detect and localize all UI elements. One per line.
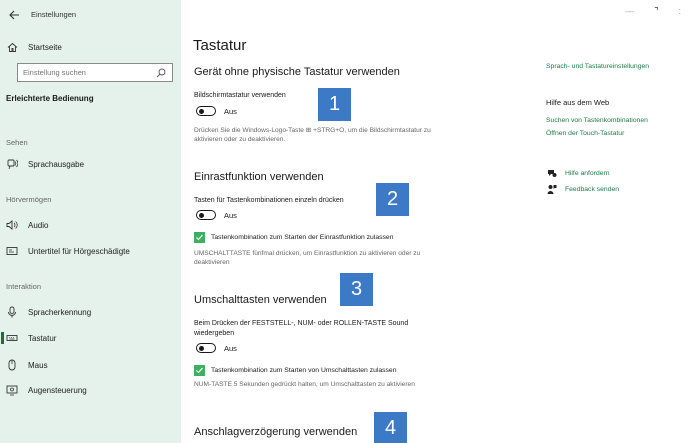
setting-label-sticky-keys: Tasten für Tastenkombinationen einzeln d… bbox=[194, 197, 344, 204]
number-badge-4: 4 bbox=[374, 412, 407, 443]
toggle-knob bbox=[199, 345, 204, 351]
sidebar-item-label: Augensteuerung bbox=[28, 385, 87, 395]
search-icon[interactable] bbox=[156, 68, 166, 78]
checkbox-sticky-keys-shortcut-row: Tastenkombination zum Starten der Einras… bbox=[194, 232, 393, 243]
checkbox-toggle-keys-shortcut-row: Tastenkombination zum Starten von Umscha… bbox=[194, 365, 397, 376]
help-chat-icon bbox=[548, 170, 557, 177]
sidebar-item-label: Untertitel für Hörgeschädigte bbox=[28, 246, 130, 256]
description-toggle-keys: NUM-TASTE 5 Sekunden gedrückt halten, um… bbox=[194, 381, 415, 388]
toggle-state: Aus bbox=[224, 106, 237, 116]
toggle-state: Aus bbox=[224, 343, 237, 353]
toggle-onscreen-keyboard[interactable] bbox=[196, 106, 216, 116]
mouse-icon bbox=[6, 359, 18, 371]
sidebar-group-interaktion: Interaktion bbox=[6, 282, 42, 291]
link-open-touch-keyboard[interactable]: Öffnen der Touch-Tastatur bbox=[546, 130, 624, 137]
sidebar-item-label: Maus bbox=[28, 360, 48, 370]
sidebar-group-hoeren: Hörvermögen bbox=[6, 195, 52, 204]
feedback-row[interactable]: Feedback senden bbox=[547, 184, 619, 194]
sidebar-section-title: Erleichterte Bedienung bbox=[6, 94, 94, 103]
closed-captions-icon bbox=[6, 245, 18, 257]
help-heading: Hilfe aus dem Web bbox=[546, 98, 610, 107]
feedback-person-icon bbox=[547, 185, 557, 194]
sidebar-item-spracherkennung[interactable]: Spracherkennung bbox=[0, 301, 181, 323]
number-badge-2: 2 bbox=[376, 183, 409, 216]
sidebar-item-sprachausgabe[interactable]: Sprachausgabe bbox=[0, 153, 181, 175]
sidebar-item-augensteuerung[interactable]: Augensteuerung bbox=[0, 379, 181, 401]
sidebar-item-untertitel[interactable]: Untertitel für Hörgeschädigte bbox=[0, 240, 181, 262]
search-input[interactable] bbox=[18, 68, 148, 77]
sidebar-item-label: Tastatur bbox=[28, 333, 57, 343]
sidebar-item-tastatur[interactable]: Tastatur bbox=[0, 327, 181, 349]
sidebar-item-home[interactable]: Startseite bbox=[0, 36, 181, 58]
checkbox-sticky-keys-shortcut[interactable] bbox=[194, 232, 205, 243]
keyboard-icon bbox=[6, 332, 18, 344]
link-find-shortcuts[interactable]: Suchen von Tastenkombinationen bbox=[546, 117, 648, 124]
sidebar-group-sehen: Sehen bbox=[6, 138, 28, 147]
app-title: Einstellungen bbox=[31, 10, 77, 19]
microphone-icon bbox=[6, 306, 18, 318]
sidebar-item-label: Spracherkennung bbox=[28, 307, 92, 317]
section-title-toggle-keys: Umschalttasten verwenden bbox=[194, 294, 327, 306]
toggle-onscreen-keyboard-row: Aus bbox=[196, 106, 237, 116]
page-title: Tastatur bbox=[193, 37, 247, 54]
checkmark-icon bbox=[196, 234, 203, 241]
sidebar-item-label: Startseite bbox=[28, 42, 62, 52]
window-controls: — ⌝ : bbox=[625, 6, 681, 17]
section-title-no-keyboard: Gerät ohne physische Tastatur verwenden bbox=[194, 66, 400, 78]
title-bar: Einstellungen bbox=[0, 0, 181, 30]
home-icon bbox=[6, 41, 18, 53]
toggle-knob bbox=[199, 212, 204, 218]
link-get-help[interactable]: Hilfe anfordern bbox=[565, 170, 610, 177]
search-box bbox=[17, 63, 173, 82]
checkbox-label: Tastenkombination zum Starten der Einras… bbox=[211, 234, 394, 241]
sidebar-item-label: Audio bbox=[28, 220, 49, 230]
number-badge-1: 1 bbox=[318, 88, 351, 121]
more-button[interactable]: : bbox=[678, 6, 681, 17]
toggle-toggle-keys[interactable] bbox=[196, 343, 216, 353]
checkbox-label: Tastenkombination zum Starten von Umscha… bbox=[211, 367, 397, 374]
sidebar: Einstellungen Startseite Erleichterte Be… bbox=[0, 0, 181, 443]
setting-label-onscreen-keyboard: Bildschirmtastatur verwenden bbox=[194, 92, 286, 99]
section-title-sticky-keys: Einrastfunktion verwenden bbox=[194, 171, 324, 183]
toggle-knob bbox=[199, 108, 204, 114]
speaker-icon bbox=[6, 219, 18, 231]
back-arrow-icon[interactable] bbox=[8, 9, 20, 21]
section-title-filter-keys: Anschlagverzögerung verwenden bbox=[194, 426, 358, 438]
link-send-feedback[interactable]: Feedback senden bbox=[565, 186, 619, 193]
main-content: — ⌝ : Tastatur Gerät ohne physische Tast… bbox=[181, 0, 689, 443]
eye-control-icon bbox=[6, 384, 18, 396]
description-onscreen-keyboard: Drücken Sie die Windows-Logo-Taste ⊞ +ST… bbox=[194, 127, 431, 143]
checkbox-toggle-keys-shortcut[interactable] bbox=[194, 365, 205, 376]
description-sticky-keys: UMSCHALTTASTE fünfmal drücken, um Einras… bbox=[194, 250, 421, 266]
checkmark-icon bbox=[196, 367, 203, 374]
minimize-button[interactable]: — bbox=[625, 6, 634, 17]
link-language-keyboard-settings[interactable]: Sprach- und Tastatureinstellungen bbox=[546, 63, 649, 70]
toggle-toggle-keys-row: Aus bbox=[196, 343, 237, 353]
narrator-icon bbox=[6, 158, 18, 170]
toggle-state: Aus bbox=[224, 210, 237, 220]
maximize-button[interactable]: ⌝ bbox=[654, 6, 658, 17]
sidebar-item-audio[interactable]: Audio bbox=[0, 214, 181, 236]
toggle-sticky-keys-row: Aus bbox=[196, 210, 237, 220]
toggle-sticky-keys[interactable] bbox=[196, 210, 216, 220]
sidebar-item-maus[interactable]: Maus bbox=[0, 354, 181, 376]
number-badge-3: 3 bbox=[340, 273, 373, 306]
get-help-row[interactable]: Hilfe anfordern bbox=[547, 168, 610, 178]
setting-label-toggle-keys: Beim Drücken der FESTSTELL-, NUM- oder R… bbox=[194, 320, 409, 337]
sidebar-item-label: Sprachausgabe bbox=[28, 159, 85, 169]
